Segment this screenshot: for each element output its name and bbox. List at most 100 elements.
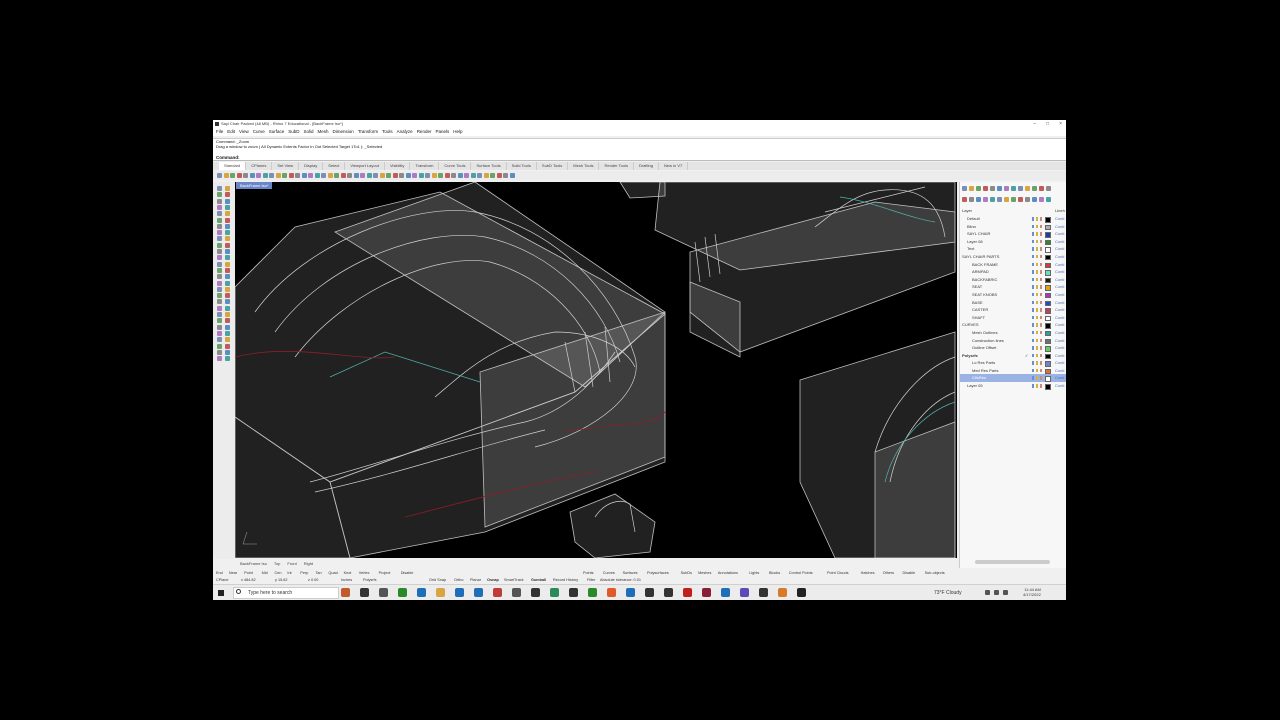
left-tool-icon[interactable]: [225, 280, 230, 286]
menu-view[interactable]: View: [239, 128, 249, 136]
left-tool-icon[interactable]: [217, 356, 222, 362]
toolbar-tool-icon[interactable]: [412, 173, 417, 178]
toolbar-tool-icon[interactable]: [503, 173, 508, 178]
left-tool-icon[interactable]: [217, 305, 222, 311]
panel-icon[interactable]: [962, 196, 967, 202]
layer-row[interactable]: Layer 08 Conti: [960, 238, 1066, 246]
lock-icon[interactable]: [1036, 224, 1038, 229]
taskbar-app-icon[interactable]: [664, 588, 673, 597]
tab-subd-tools[interactable]: SubD Tools: [537, 162, 569, 170]
taskbar-app-icon[interactable]: [341, 588, 350, 597]
print-icon[interactable]: [1040, 323, 1042, 327]
left-tool-icon[interactable]: [217, 249, 222, 254]
taskbar-app-icon[interactable]: [645, 588, 654, 597]
toolbar-tool-icon[interactable]: [353, 173, 359, 178]
toolbar-tool-icon[interactable]: [366, 173, 372, 178]
left-tool-icon[interactable]: [217, 337, 222, 343]
layer-linetype[interactable]: Conti: [1055, 253, 1064, 261]
layer-row[interactable]: CURVES Conti: [960, 321, 1066, 329]
units-label[interactable]: Inches: [341, 577, 352, 584]
layer-linetype[interactable]: Conti: [1055, 306, 1064, 314]
osnap-checkbox[interactable]: Mid: [262, 570, 268, 577]
panel-icon[interactable]: [976, 185, 981, 191]
viewport-tab-right[interactable]: Right: [304, 560, 313, 567]
left-tool-icon[interactable]: [225, 337, 230, 343]
panel-icon[interactable]: [1025, 185, 1030, 191]
viewport[interactable]: [235, 182, 957, 558]
layer-linetype[interactable]: Conti: [1055, 374, 1064, 382]
left-tool-icon[interactable]: [225, 261, 230, 267]
toolbar-tool-icon[interactable]: [243, 173, 248, 178]
left-tool-icon[interactable]: [225, 198, 230, 204]
toolbar-tool-icon[interactable]: [321, 173, 326, 178]
layer-linetype[interactable]: Conti: [1055, 359, 1064, 367]
toolbar-tool-icon[interactable]: [308, 173, 313, 178]
taskbar-search-input[interactable]: Type here to search: [233, 587, 339, 599]
print-icon[interactable]: [1040, 285, 1042, 289]
left-tool-icon[interactable]: [217, 255, 222, 261]
tab-transform[interactable]: Transform: [410, 162, 440, 170]
tab-standard[interactable]: Standard: [219, 162, 247, 170]
taskbar-app-icon[interactable]: [493, 588, 502, 597]
osnap-checkbox[interactable]: Vertex: [359, 570, 370, 577]
taskbar-clock[interactable]: 11:44 AM 4/17/2022: [1023, 587, 1041, 597]
panel-icon[interactable]: [1032, 185, 1037, 191]
toolbar-tool-icon[interactable]: [477, 173, 482, 178]
lightbulb-icon[interactable]: [1032, 384, 1034, 388]
layer-row[interactable]: BACK FRAME Conti: [960, 261, 1066, 269]
toolbar-tool-icon[interactable]: [509, 173, 515, 178]
layer-linetype[interactable]: Conti: [1055, 321, 1064, 329]
left-tool-icon[interactable]: [225, 249, 230, 254]
left-tool-icon[interactable]: [217, 293, 222, 299]
minimize-button[interactable]: –: [1033, 120, 1036, 128]
lock-icon[interactable]: [1036, 247, 1038, 251]
current-layer-check-icon[interactable]: ✓: [1025, 352, 1028, 360]
print-icon[interactable]: [1040, 217, 1042, 221]
network-icon[interactable]: [985, 590, 990, 595]
print-icon[interactable]: [1040, 308, 1042, 312]
layer-row[interactable]: Med Res Parts Conti: [960, 367, 1066, 375]
lightbulb-icon[interactable]: [1032, 254, 1034, 259]
toolbar-tool-icon[interactable]: [490, 173, 495, 178]
taskbar-app-icon[interactable]: [436, 588, 445, 597]
selection-filter-checkbox[interactable]: Hatches: [861, 570, 875, 577]
toggle-smarttrack[interactable]: SmartTrack: [504, 577, 523, 584]
lock-icon[interactable]: [1036, 232, 1038, 236]
panel-icon[interactable]: [1011, 196, 1016, 202]
taskbar-app-icon[interactable]: [474, 588, 483, 597]
left-tool-icon[interactable]: [225, 255, 230, 261]
left-tool-icon[interactable]: [225, 211, 230, 217]
taskbar-app-icon[interactable]: [588, 588, 597, 597]
panel-icon[interactable]: [1011, 185, 1016, 191]
lock-icon[interactable]: [1036, 270, 1038, 274]
toggle-ortho[interactable]: Ortho: [454, 577, 464, 584]
osnap-checkbox[interactable]: Quad: [328, 570, 337, 577]
toolbar-tool-icon[interactable]: [418, 173, 424, 178]
left-tool-icon[interactable]: [225, 186, 230, 191]
left-tool-icon[interactable]: [225, 293, 230, 299]
taskbar-app-icon[interactable]: [607, 588, 616, 597]
menu-dimension[interactable]: Dimension: [333, 128, 354, 136]
print-icon[interactable]: [1040, 247, 1042, 251]
print-icon[interactable]: [1040, 224, 1042, 229]
lock-icon[interactable]: [1036, 239, 1038, 244]
panel-icon[interactable]: [1046, 185, 1051, 191]
left-tool-icon[interactable]: [217, 192, 222, 198]
toolbar-tool-icon[interactable]: [314, 173, 320, 178]
menu-mesh[interactable]: Mesh: [318, 128, 329, 136]
left-tool-icon[interactable]: [225, 299, 230, 305]
toolbar-tool-icon[interactable]: [275, 173, 281, 178]
lock-icon[interactable]: [1036, 346, 1038, 350]
layer-linetype[interactable]: Conti: [1055, 291, 1064, 299]
print-icon[interactable]: [1040, 368, 1042, 373]
selection-filter-checkbox[interactable]: Points: [583, 570, 594, 577]
print-icon[interactable]: [1040, 292, 1042, 297]
taskbar-app-icon[interactable]: [531, 588, 540, 597]
panel-icon[interactable]: [983, 196, 988, 202]
weather-widget[interactable]: 73°F Cloudy: [934, 585, 962, 600]
tab-new-in-v7[interactable]: New in V7: [659, 162, 689, 170]
print-icon[interactable]: [1040, 239, 1042, 244]
layer-row[interactable]: SAYL CHAIR Conti: [960, 230, 1066, 238]
panel-icon[interactable]: [1018, 185, 1023, 191]
panel-icon[interactable]: [997, 196, 1002, 202]
